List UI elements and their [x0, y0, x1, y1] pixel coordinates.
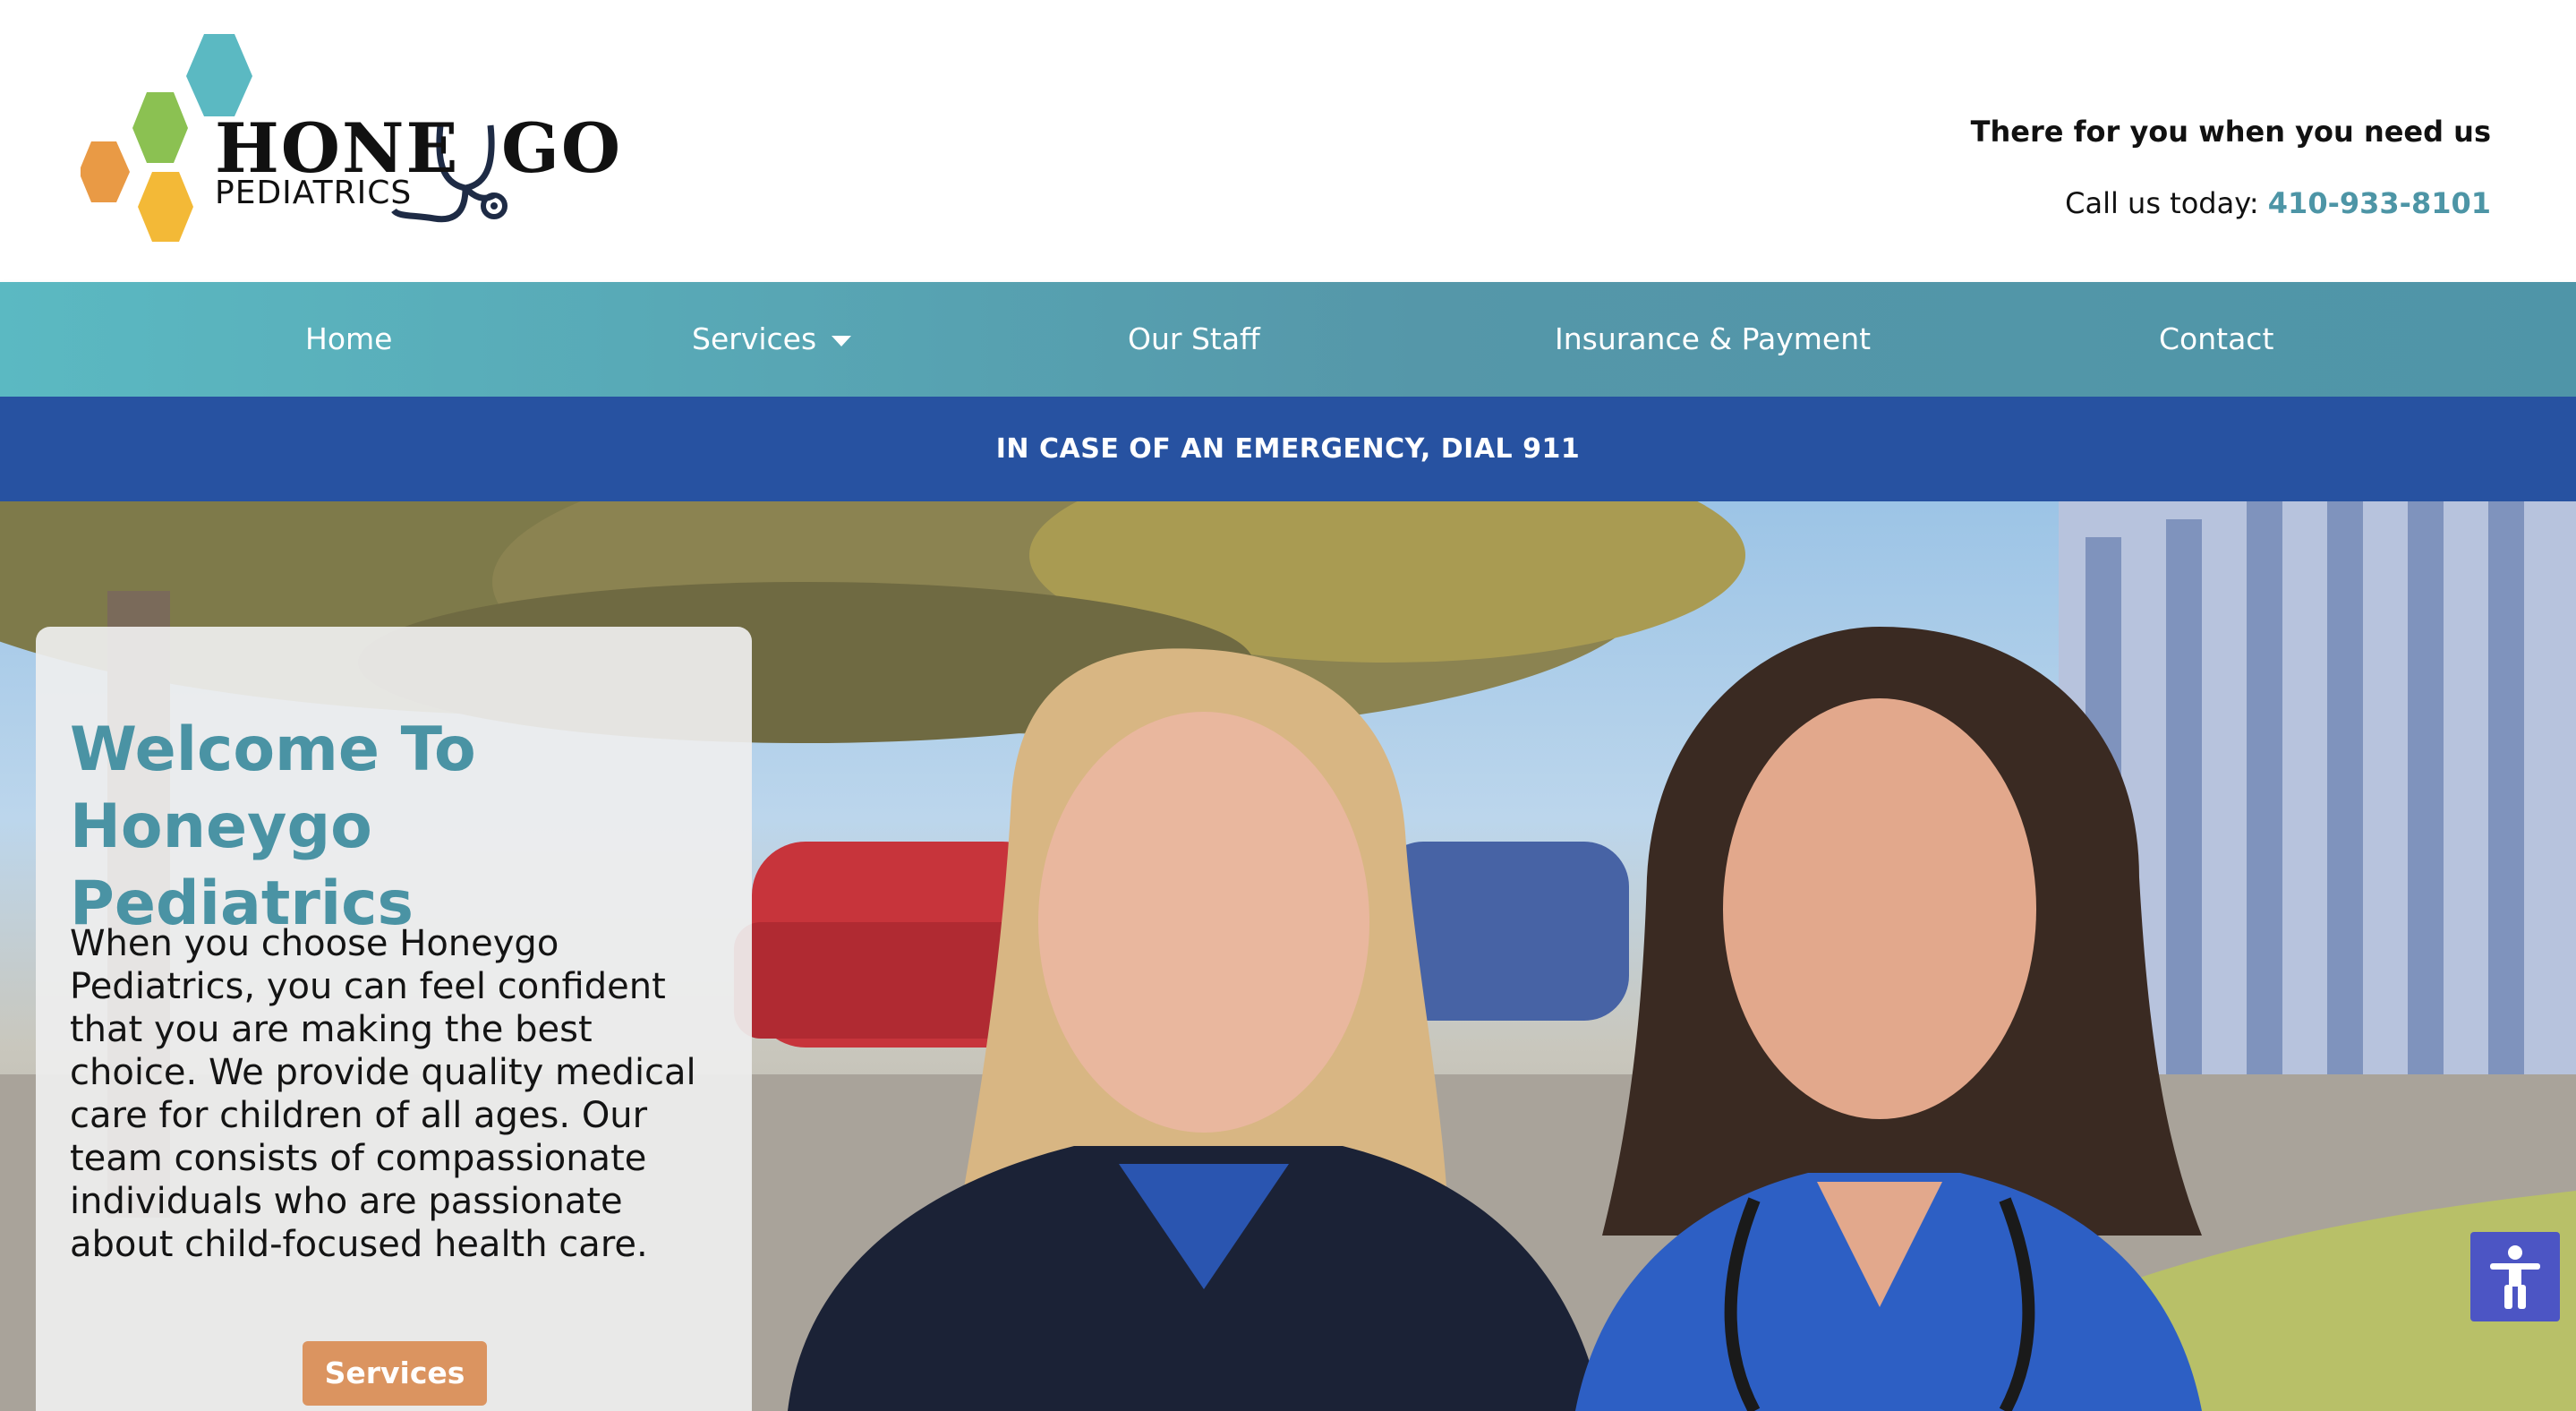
- nav-item-insurance-payment[interactable]: Insurance & Payment: [1555, 282, 1871, 397]
- nav-item-services[interactable]: Services: [692, 282, 851, 397]
- nav-item-label: Insurance & Payment: [1555, 321, 1872, 356]
- logo-subtitle: PEDIATRICS: [215, 175, 413, 211]
- nav-item-home[interactable]: Home: [305, 282, 392, 397]
- nav-item-our-staff[interactable]: Our Staff: [1128, 282, 1260, 397]
- nav-item-contact[interactable]: Contact: [2159, 282, 2273, 397]
- nav-item-label: Home: [305, 321, 393, 356]
- welcome-title-line2: Honeygo Pediatrics: [70, 791, 414, 939]
- header-call-line: Call us today: 410-933-8101: [2065, 186, 2491, 220]
- logo-wordmark-left: HONE: [215, 108, 460, 188]
- accessibility-icon: [2490, 1245, 2540, 1309]
- header-tagline: There for you when you need us: [1970, 115, 2491, 149]
- nav-item-label: Contact: [2159, 321, 2274, 356]
- nav-item-label: Our Staff: [1128, 321, 1260, 356]
- welcome-title: Welcome To Honeygo Pediatrics: [70, 712, 723, 943]
- chevron-down-icon: [831, 335, 851, 346]
- site-header: HONE GO PEDIATRICS There for you when yo…: [0, 0, 2576, 282]
- logo-wordmark-right: GO: [501, 108, 623, 188]
- welcome-body: When you choose Honeygo Pediatrics, you …: [70, 923, 696, 1265]
- nav-item-label: Services: [692, 321, 817, 356]
- services-button[interactable]: Services: [303, 1341, 487, 1406]
- site-logo[interactable]: HONE GO PEDIATRICS: [81, 27, 620, 242]
- hero-section: Welcome To Honeygo Pediatrics When you c…: [0, 501, 2576, 1411]
- main-nav: Home Services Our Staff Insurance & Paym…: [0, 282, 2576, 397]
- call-prefix: Call us today:: [2065, 186, 2259, 220]
- welcome-title-line1: Welcome To: [70, 714, 476, 785]
- accessibility-button[interactable]: [2470, 1232, 2560, 1321]
- emergency-banner: IN CASE OF AN EMERGENCY, DIAL 911: [0, 397, 2576, 501]
- phone-link[interactable]: 410-933-8101: [2268, 186, 2491, 220]
- welcome-card: Welcome To Honeygo Pediatrics When you c…: [36, 627, 752, 1411]
